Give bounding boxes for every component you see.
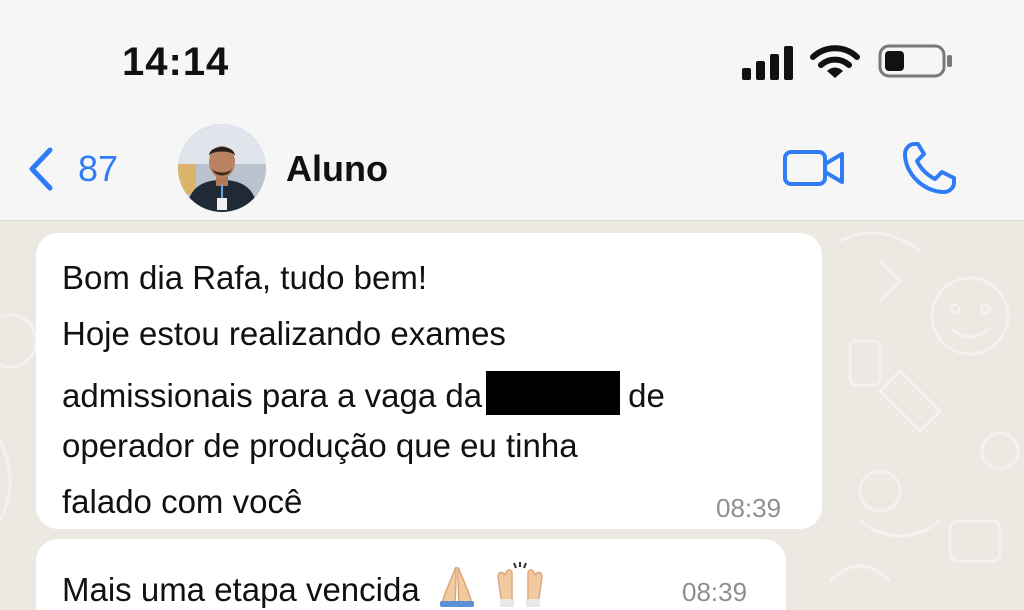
folded-hands-emoji xyxy=(439,566,474,607)
contact-name[interactable]: Aluno xyxy=(286,148,388,190)
back-button[interactable]: 87 xyxy=(26,144,118,194)
message-text-segment: admissionais para a vaga da xyxy=(62,377,483,414)
phone-icon[interactable] xyxy=(900,140,958,196)
message-text-line: admissionais para a vaga da de xyxy=(62,371,665,415)
video-camera-icon[interactable] xyxy=(782,144,846,192)
unread-count: 87 xyxy=(78,148,119,189)
battery-icon xyxy=(878,44,952,78)
message-text-line: operador de produção que eu tinha xyxy=(62,427,578,464)
message-text-line: Hoje estou realizando exames xyxy=(62,315,506,352)
message-bubble[interactable]: Bom dia Rafa, tudo bem! Hoje estou reali… xyxy=(36,233,822,529)
status-time: 14:14 xyxy=(122,40,230,84)
cellular-signal-icon xyxy=(742,46,793,80)
message-text-segment: de xyxy=(628,377,665,414)
message-text: Mais uma etapa vencida xyxy=(62,571,420,608)
avatar[interactable] xyxy=(178,124,266,212)
status-bar: 14:14 xyxy=(0,0,1024,118)
message-timestamp: 08:39 xyxy=(716,493,782,523)
message-timestamp: 08:39 xyxy=(682,577,748,607)
contact-photo xyxy=(178,124,266,212)
redacted-box xyxy=(486,371,621,415)
message-text-line: falado com você xyxy=(62,483,303,520)
chat-header: 87 Aluno xyxy=(0,118,1024,221)
wifi-icon xyxy=(810,45,860,78)
message-text-line: Bom dia Rafa, tudo bem! xyxy=(62,259,428,296)
message-text-line: Mais uma etapa vencida xyxy=(62,561,546,609)
message-bubble[interactable]: Mais uma etapa vencida 08:39 xyxy=(36,539,786,610)
raising-hands-emoji xyxy=(497,562,543,607)
chat-area[interactable]: Bom dia Rafa, tudo bem! Hoje estou reali… xyxy=(0,221,1024,610)
chevron-left-icon xyxy=(29,147,53,191)
